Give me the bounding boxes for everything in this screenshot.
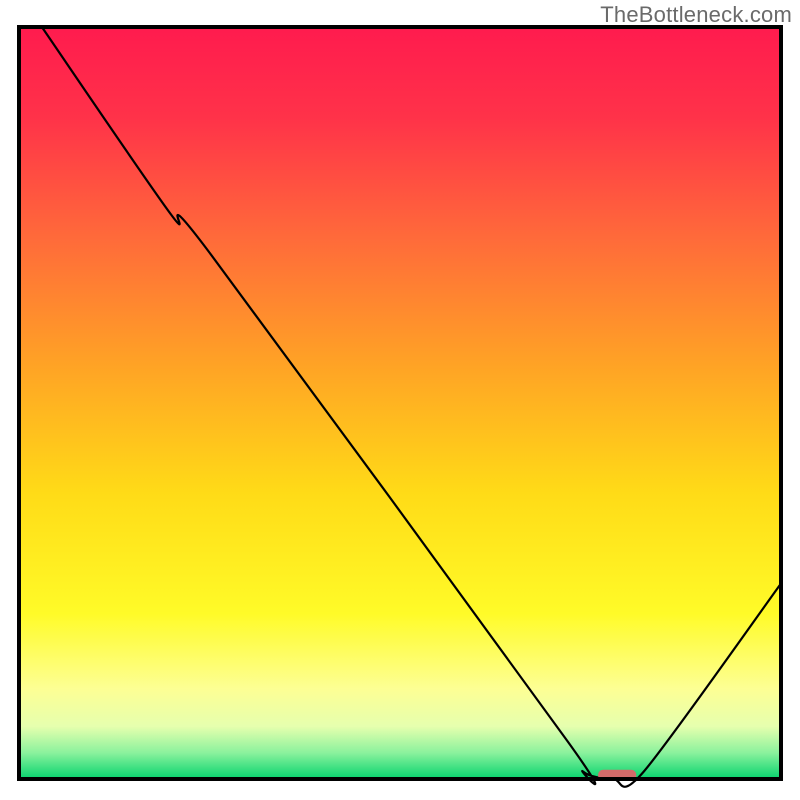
plot-background xyxy=(19,27,781,779)
bottleneck-chart xyxy=(0,0,800,800)
chart-container: TheBottleneck.com xyxy=(0,0,800,800)
